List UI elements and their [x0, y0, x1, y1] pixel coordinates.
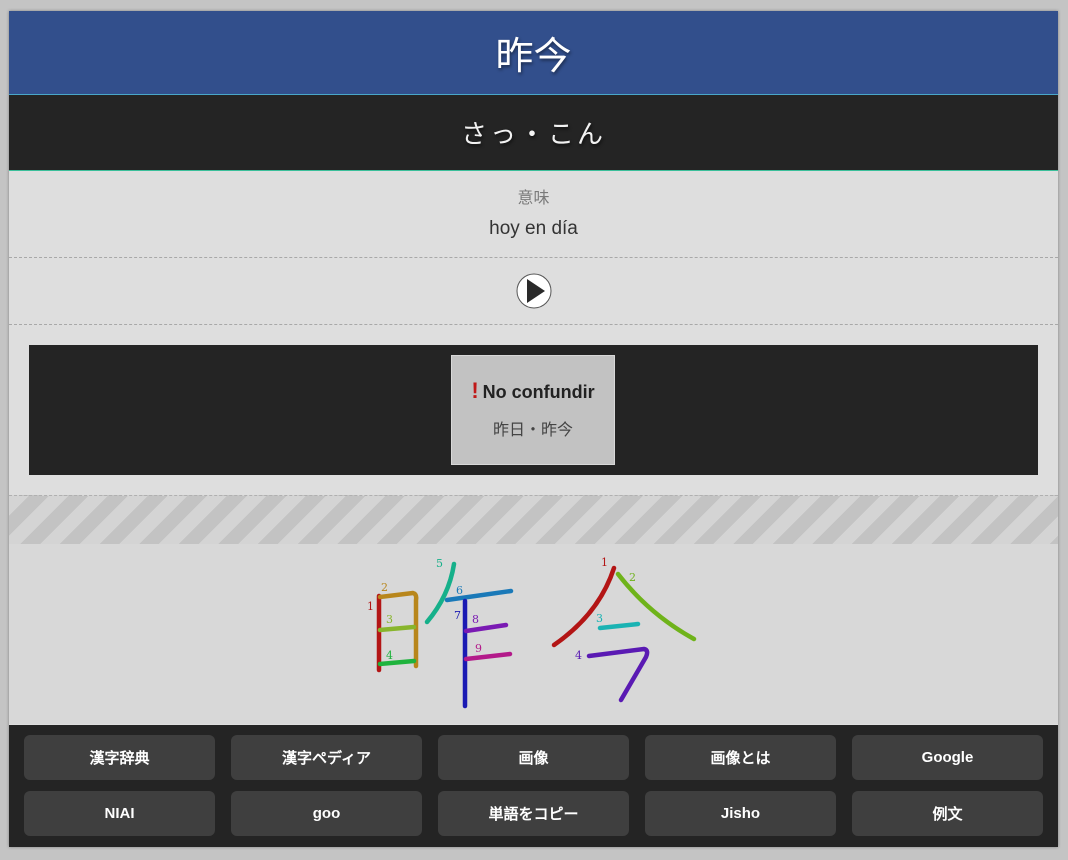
play-audio-button[interactable] [516, 273, 552, 309]
stroke-number: 3 [386, 613, 393, 626]
link-google-button[interactable]: Google [852, 735, 1043, 780]
stroke-k1-3 [377, 624, 417, 633]
link-goo-button[interactable]: goo [231, 791, 422, 836]
reading-bar: さっ・こん [9, 95, 1058, 171]
exclamation-icon: ! [471, 378, 479, 403]
stroke-k2-3 [597, 621, 641, 631]
confusion-card: ! No confundir 昨日・昨今 [451, 355, 615, 465]
word-card: 昨今 さっ・こん 意味 hoy en día ! No confundir 昨日・… [9, 11, 1058, 847]
link-example-sentences-button[interactable]: 例文 [852, 791, 1043, 836]
audio-row [9, 258, 1058, 325]
stroke-number: 4 [386, 649, 393, 662]
link-images-button[interactable]: 画像 [438, 735, 629, 780]
link-images-meaning-button[interactable]: 画像とは [645, 735, 836, 780]
stroke-number: 7 [454, 609, 461, 622]
stroke-number: 2 [629, 571, 636, 584]
meaning-label: 意味 [517, 188, 550, 207]
stroke-k2-1 [551, 565, 617, 648]
word-header: 昨今 [9, 11, 1058, 95]
stroke-number: 6 [456, 584, 463, 597]
stroke-k2-4 [586, 646, 650, 703]
stroke-number: 2 [381, 581, 388, 594]
stroke-k1-9 [463, 651, 513, 662]
confusion-words: 昨日・昨今 [492, 420, 573, 439]
stroke-number: 3 [596, 612, 603, 625]
confusion-title: No confundir [482, 382, 595, 402]
reading-text: さっ・こん [460, 120, 606, 150]
word-title: 昨今 [495, 34, 572, 78]
stroke-number: 5 [436, 557, 443, 570]
striped-divider [9, 495, 1058, 544]
link-kanjipedia-button[interactable]: 漢字ペディア [231, 735, 422, 780]
confusion-panel: ! No confundir 昨日・昨今 [29, 345, 1038, 475]
stroke-order-diagram: 1 2 3 4 5 6 7 8 9 1 2 3 4 [9, 544, 1058, 724]
stroke-number: 4 [575, 649, 582, 662]
stroke-number: 9 [475, 642, 482, 655]
confusion-title-row: ! No confundir [452, 378, 614, 404]
link-niai-button[interactable]: NIAI [24, 791, 215, 836]
reference-links: 漢字辞典 漢字ペディア 画像 画像とは Google NIAI goo 単語をコ… [9, 725, 1058, 847]
link-jisho-button[interactable]: Jisho [645, 791, 836, 836]
stroke-number: 1 [367, 600, 374, 613]
stroke-number: 1 [601, 556, 608, 569]
stroke-number: 8 [472, 613, 479, 626]
meaning-section: 意味 hoy en día [9, 171, 1058, 258]
copy-word-button[interactable]: 単語をコピー [438, 791, 629, 836]
stroke-k1-5 [424, 561, 457, 625]
meaning-value: hoy en día [489, 218, 578, 239]
link-kanji-jiten-button[interactable]: 漢字辞典 [24, 735, 215, 780]
confusion-section: ! No confundir 昨日・昨今 [9, 325, 1058, 495]
